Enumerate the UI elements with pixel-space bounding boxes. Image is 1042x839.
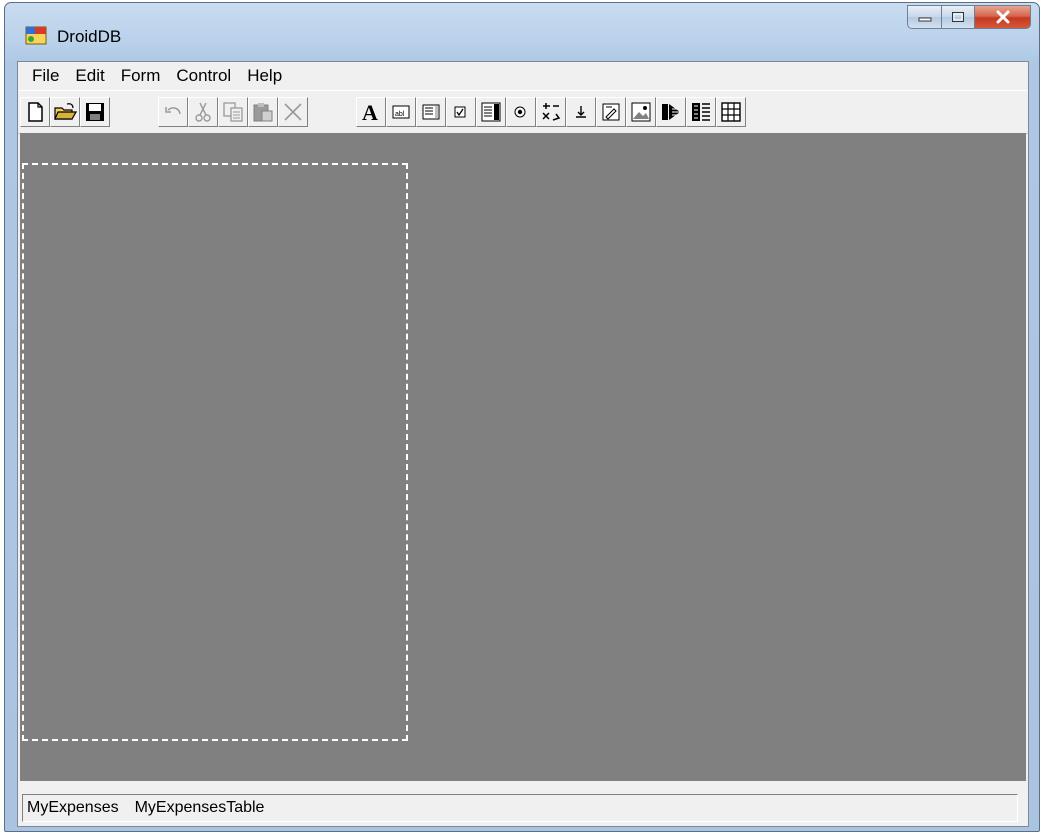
spinner-control-button[interactable] <box>536 97 566 127</box>
menu-file[interactable]: File <box>24 62 67 90</box>
svg-text:abl: abl <box>395 111 405 118</box>
title-bar[interactable]: DroidDB <box>5 3 1039 61</box>
combobox-control-button[interactable] <box>476 97 506 127</box>
form-design-canvas[interactable] <box>22 163 408 741</box>
paste-button[interactable] <box>248 97 278 127</box>
cut-button[interactable] <box>188 97 218 127</box>
spinner-control-icon <box>542 103 561 121</box>
save-button[interactable] <box>80 97 110 127</box>
listbox-control-icon <box>422 104 440 120</box>
table-control-button[interactable] <box>716 97 746 127</box>
multicolumn-control-icon <box>692 103 710 121</box>
image-control-button[interactable] <box>626 97 656 127</box>
undo-icon <box>165 107 181 115</box>
close-button[interactable] <box>975 5 1031 29</box>
menu-control[interactable]: Control <box>168 62 239 90</box>
status-bar: MyExpenses MyExpensesTable <box>18 786 1028 826</box>
checkbox-control-icon <box>454 106 466 118</box>
edit-control-icon <box>602 103 620 121</box>
new-file-icon <box>28 102 43 122</box>
paste-icon <box>253 103 273 122</box>
minimize-icon <box>918 17 931 22</box>
new-button[interactable] <box>20 97 50 127</box>
delete-button[interactable] <box>278 97 308 127</box>
app-window: DroidDB File Edit Form Control Help A ab… <box>4 2 1040 832</box>
delete-icon <box>284 103 302 121</box>
maximize-button[interactable] <box>941 5 975 29</box>
menu-edit[interactable]: Edit <box>67 62 112 90</box>
status-table-name: MyExpensesTable <box>134 799 265 816</box>
listbox-control-button[interactable] <box>416 97 446 127</box>
status-panel: MyExpenses MyExpensesTable <box>22 794 1018 822</box>
radio-button-control-icon <box>514 106 526 118</box>
status-form-name: MyExpenses <box>27 799 119 816</box>
edit-control-button[interactable] <box>596 97 626 127</box>
workspace-bottom-strip <box>20 745 1026 781</box>
svg-text:A: A <box>362 100 378 124</box>
menu-bar: File Edit Form Control Help <box>18 62 1028 90</box>
window-title: DroidDB <box>57 27 122 46</box>
multicolumn-control-button[interactable] <box>686 97 716 127</box>
button-control-icon <box>576 106 586 118</box>
combobox-control-icon <box>481 102 501 122</box>
copy-icon <box>223 102 243 122</box>
save-disk-icon <box>86 103 104 121</box>
table-control-icon <box>721 102 741 122</box>
grid-control-button[interactable] <box>656 97 686 127</box>
grid-control-icon <box>662 104 680 120</box>
textbox-control-button[interactable]: abl <box>386 97 416 127</box>
minimize-button[interactable] <box>907 5 941 29</box>
maximize-icon <box>952 12 964 22</box>
undo-button[interactable] <box>158 97 188 127</box>
app-icon[interactable] <box>25 24 47 46</box>
client-area: File Edit Form Control Help A abl MyExpe… <box>17 61 1029 827</box>
image-control-icon <box>631 102 651 122</box>
toolbar: A abl <box>18 90 1028 134</box>
open-button[interactable] <box>50 97 80 127</box>
copy-button[interactable] <box>218 97 248 127</box>
caption-buttons <box>907 5 1031 31</box>
menu-help[interactable]: Help <box>239 62 290 90</box>
form-designer-workspace[interactable] <box>20 133 1026 758</box>
checkbox-control-button[interactable] <box>446 97 476 127</box>
button-control-button[interactable] <box>566 97 596 127</box>
close-icon <box>996 10 1009 24</box>
label-control-icon: A <box>362 100 378 124</box>
open-folder-icon <box>54 103 77 120</box>
label-control-button[interactable]: A <box>356 97 386 127</box>
menu-form[interactable]: Form <box>113 62 169 90</box>
textbox-control-icon: abl <box>392 105 410 119</box>
radio-button-control-button[interactable] <box>506 97 536 127</box>
cut-icon <box>195 102 211 122</box>
